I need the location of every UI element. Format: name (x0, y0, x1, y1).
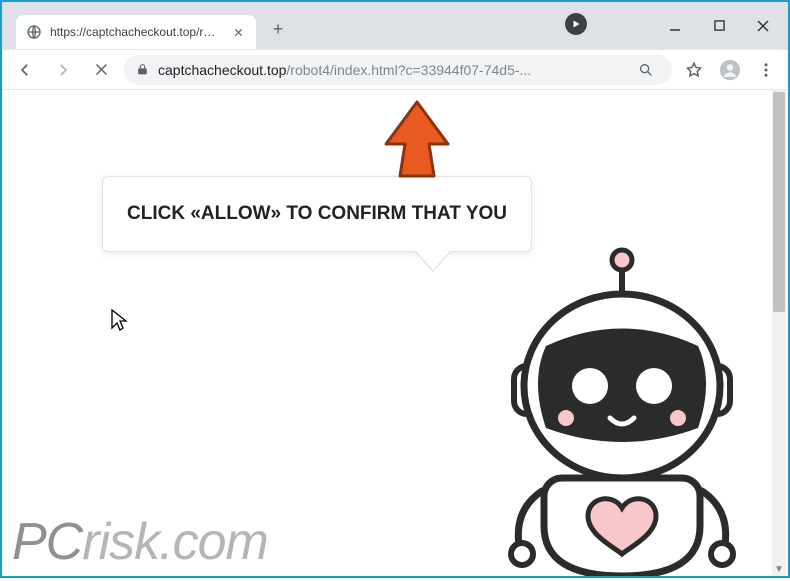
kebab-menu-icon[interactable] (752, 56, 780, 84)
lock-icon (136, 63, 150, 77)
tab-close-icon[interactable] (230, 24, 246, 40)
stop-reload-button[interactable] (86, 55, 116, 85)
scrollbar-down-icon[interactable]: ▼ (772, 562, 786, 576)
back-button[interactable] (10, 55, 40, 85)
tab-title: https://captchacheckout.top/robo (50, 25, 222, 39)
scrollbar-thumb[interactable] (773, 92, 785, 312)
page-content: CLICK «ALLOW» TO CONFIRM THAT YOU (2, 90, 788, 576)
titlebar: https://captchacheckout.top/robo + (2, 2, 788, 50)
profile-avatar-icon[interactable] (716, 56, 744, 84)
bookmark-star-icon[interactable] (680, 56, 708, 84)
omnibox[interactable]: captchacheckout.top/robot4/index.html?c=… (124, 55, 672, 85)
forward-button[interactable] (48, 55, 78, 85)
minimize-button[interactable] (668, 19, 682, 33)
url-domain: captchacheckout.top (158, 62, 286, 78)
speech-bubble: CLICK «ALLOW» TO CONFIRM THAT YOU (102, 176, 532, 252)
window-close-button[interactable] (756, 19, 770, 33)
maximize-button[interactable] (712, 19, 726, 33)
scrollbar-track[interactable]: ▲ ▼ (772, 90, 786, 576)
url-text: captchacheckout.top/robot4/index.html?c=… (158, 62, 624, 78)
tabs-area: https://captchacheckout.top/robo + (2, 2, 650, 49)
mouse-cursor-icon (110, 308, 128, 337)
address-bar: captchacheckout.top/robot4/index.html?c=… (2, 50, 788, 90)
new-tab-button[interactable]: + (264, 16, 292, 44)
window-controls (650, 2, 788, 49)
pointer-arrow-annotation (382, 100, 452, 185)
browser-tab-active[interactable]: https://captchacheckout.top/robo (16, 15, 256, 49)
watermark-prefix: PC (12, 513, 82, 571)
tab-favicon-globe-icon (26, 24, 42, 40)
keyword-search-icon[interactable] (632, 56, 660, 84)
url-path: /robot4/index.html?c=33944f07-74d5-... (286, 62, 531, 78)
bubble-text: CLICK «ALLOW» TO CONFIRM THAT YOU (127, 203, 507, 224)
watermark-suffix: risk.com (82, 513, 268, 571)
watermark-text: PCrisk.com (12, 512, 268, 572)
media-playing-icon[interactable] (564, 12, 588, 41)
robot-illustration (482, 246, 762, 576)
